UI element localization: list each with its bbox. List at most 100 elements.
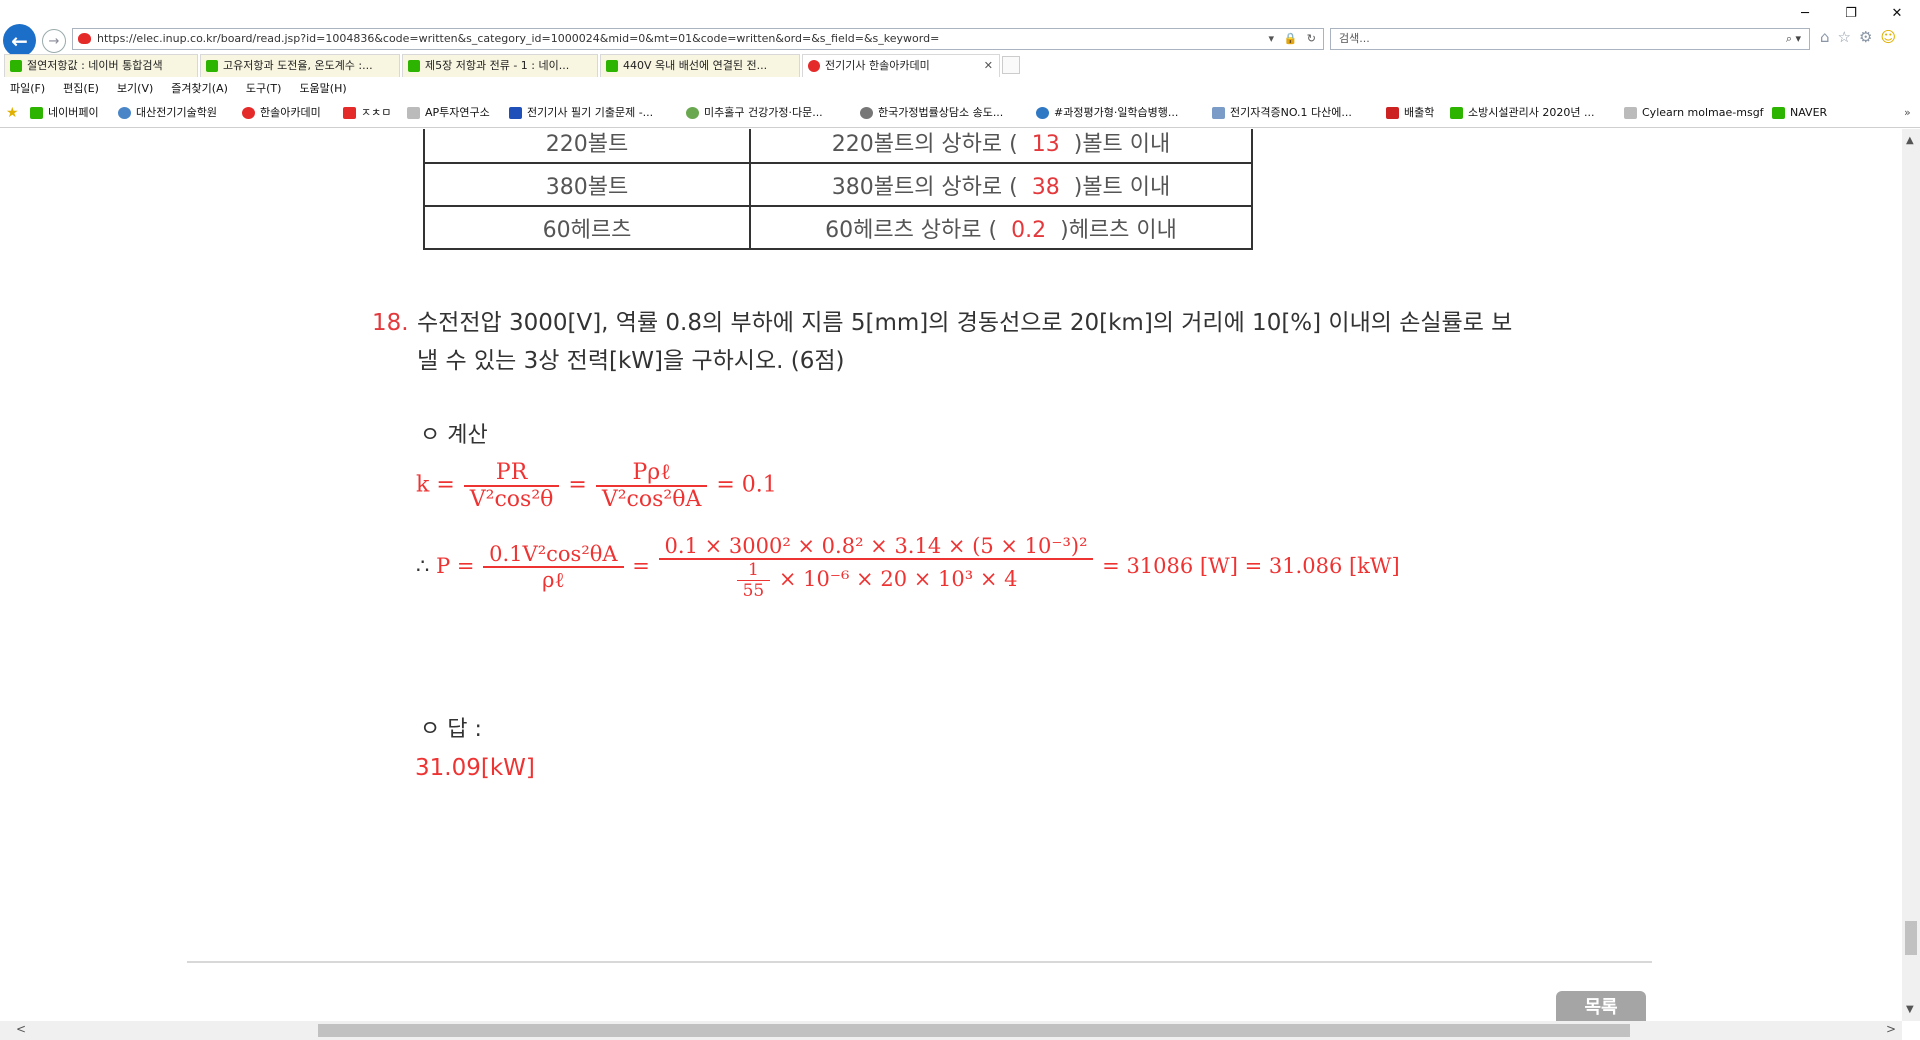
scrollbar-thumb[interactable] (318, 1024, 1630, 1037)
favorite-label: #과정평가형·일학습병행... (1054, 106, 1179, 119)
cell-text: 220볼트의 상하로 ( (831, 131, 1018, 157)
browser-chrome: ─ ❐ ✕ ← → https://elec.inup.co.kr/board/… (0, 0, 1920, 128)
scroll-right-icon[interactable]: > (1886, 1022, 1896, 1036)
favorites-star-icon[interactable]: ★ (6, 101, 19, 126)
menu-help[interactable]: 도움말(H) (289, 78, 354, 100)
table-cell: 380볼트 (423, 162, 751, 207)
restore-icon[interactable]: ❐ (1828, 0, 1874, 26)
star-icon[interactable]: ☆ (1838, 28, 1851, 46)
favorite-item[interactable]: 한솔아카데미 (242, 101, 321, 125)
fraction: 1 55 (736, 560, 771, 601)
table-cell: 220볼트 (423, 129, 751, 164)
back-button[interactable]: ← (3, 24, 36, 57)
menu-file[interactable]: 파일(F) (0, 78, 53, 100)
numerator: 1 (736, 560, 771, 581)
favorite-icon (1450, 107, 1463, 119)
vertical-scrollbar[interactable]: ▲ ▼ (1902, 129, 1920, 1021)
favorite-item[interactable]: 소방시설관리사 2020년 ... (1450, 101, 1594, 125)
favorite-label: 전기자격증NO.1 다산에... (1230, 106, 1352, 119)
tab-3[interactable]: 440V 옥내 배선에 연결된 전... (600, 54, 800, 77)
favorite-item[interactable]: 네이버페이 (30, 101, 99, 125)
favorite-icon (686, 107, 699, 119)
tab-4[interactable]: 전기기사 한솔아카데미 ✕ (802, 54, 1000, 77)
search-icon[interactable]: ⌕ ▾ (1786, 29, 1801, 49)
scroll-up-icon[interactable]: ▲ (1906, 135, 1914, 146)
blog-icon (408, 60, 420, 72)
favorite-item[interactable]: AP투자연구소 (407, 101, 490, 125)
divider (187, 961, 1652, 963)
naver-icon (1772, 107, 1785, 119)
answer-heading: ㅇ 답 : (420, 717, 482, 742)
favorites-bar: ★ 네이버페이 대산전기기술학원 한솔아카데미 ㅈㅊㅁ AP투자연구소 전기기사… (0, 101, 1920, 125)
favorite-item[interactable]: 대산전기기술학원 (118, 101, 217, 125)
forward-button[interactable]: → (42, 29, 66, 53)
menu-edit[interactable]: 편집(E) (53, 78, 107, 100)
numerator: PR (463, 460, 560, 487)
math-text: = (568, 472, 587, 498)
dropdown-icon[interactable]: ▾ (1269, 32, 1278, 45)
minimize-icon[interactable]: ─ (1782, 0, 1828, 26)
numerator: 0.1V²cos²θA (483, 542, 624, 568)
voltage-tolerance-table: 220볼트 220볼트의 상하로 ( 13 )볼트 이내 380볼트 380볼트… (423, 129, 1253, 250)
lock-icon[interactable]: 🔒 (1284, 32, 1301, 45)
favorite-label: 전기기사 필기 기출문제 -... (527, 106, 654, 119)
favorite-label: ㅈㅊㅁ (361, 106, 392, 119)
favorite-item[interactable]: 배출학 (1386, 101, 1434, 125)
youtube-icon (343, 107, 356, 119)
url-text: https://elec.inup.co.kr/board/read.jsp?i… (97, 32, 940, 45)
table-cell: 380볼트의 상하로 ( 38 )볼트 이내 (749, 162, 1253, 207)
tab-0[interactable]: 절연저항값 : 네이버 통합검색 (4, 54, 198, 77)
list-button[interactable]: 목록 (1556, 991, 1646, 1021)
denominator: V²cos²θ (469, 486, 554, 512)
page-icon (407, 107, 420, 119)
favorite-icon (1212, 107, 1225, 119)
fraction: PR V²cos²θ (463, 460, 560, 512)
table-row: 220볼트 220볼트의 상하로 ( 13 )볼트 이내 (423, 129, 1253, 164)
gear-icon[interactable]: ⚙ (1859, 28, 1872, 46)
smiley-icon[interactable]: ☺ (1880, 28, 1896, 46)
math-text: × 10⁻⁶ × 20 × 10³ × 4 (778, 567, 1018, 591)
scroll-left-icon[interactable]: < (16, 1022, 26, 1036)
naver-icon (10, 60, 22, 72)
favorite-icon (1036, 107, 1049, 119)
new-tab-button[interactable] (1002, 56, 1020, 74)
scrollbar-thumb[interactable] (1905, 921, 1917, 955)
favorite-label: 네이버페이 (48, 106, 99, 119)
favorite-label: Cylearn molmae-msgf (1642, 106, 1764, 119)
favorite-item[interactable]: ㅈㅊㅁ (343, 101, 391, 125)
answer-value: 13 (1031, 131, 1060, 157)
tab-label: 440V 옥내 배선에 연결된 전... (623, 59, 768, 72)
favorite-item[interactable]: NAVER (1772, 101, 1827, 125)
scroll-down-icon[interactable]: ▼ (1906, 1004, 1914, 1015)
menu-favorites[interactable]: 즐겨찾기(A) (161, 78, 236, 100)
answer-value: 31.09[kW] (415, 755, 535, 781)
favorite-item[interactable]: 전기기사 필기 기출문제 -... (509, 101, 653, 125)
menu-tools[interactable]: 도구(T) (236, 78, 290, 100)
close-tab-icon[interactable]: ✕ (984, 55, 993, 77)
favorite-label: 미추홀구 건강가정·다문... (704, 106, 823, 119)
arrow-left-icon: ← (11, 28, 28, 53)
favorite-item[interactable]: 한국가정법률상담소 송도... (860, 101, 1003, 125)
home-icon[interactable]: ⌂ (1820, 28, 1830, 46)
favorite-item[interactable]: Cylearn molmae-msgf (1624, 101, 1764, 125)
horizontal-scrollbar[interactable]: < > (0, 1021, 1902, 1040)
address-bar[interactable]: https://elec.inup.co.kr/board/read.jsp?i… (72, 28, 1324, 50)
tab-1[interactable]: 고유저항과 도전율, 온도계수 :... (200, 54, 400, 77)
fraction: 0.1V²cos²θA ρℓ (483, 542, 624, 593)
search-input[interactable]: 검색... ⌕ ▾ (1330, 28, 1810, 50)
tab-2[interactable]: 제5장 저항과 전류 - 1 : 네이... (402, 54, 598, 77)
blog-icon (206, 60, 218, 72)
refresh-icon[interactable]: ↻ (1307, 32, 1319, 45)
favorite-item[interactable]: #과정평가형·일학습병행... (1036, 101, 1178, 125)
denominator: 55 (742, 581, 765, 601)
tab-strip: 절연저항값 : 네이버 통합검색 고유저항과 도전율, 온도계수 :... 제5… (0, 54, 1920, 77)
favorite-item[interactable]: 미추홀구 건강가정·다문... (686, 101, 823, 125)
favorite-label: AP투자연구소 (425, 106, 490, 119)
menu-view[interactable]: 보기(V) (107, 78, 161, 100)
favorite-item[interactable]: 전기자격증NO.1 다산에... (1212, 101, 1352, 125)
chevron-right-icon[interactable]: » (1904, 101, 1911, 125)
cell-text: )볼트 이내 (1073, 174, 1171, 200)
close-icon[interactable]: ✕ (1874, 0, 1920, 26)
address-tools: ▾ 🔒 ↻ (1269, 29, 1319, 49)
therefore-symbol: ∴ (416, 554, 430, 578)
